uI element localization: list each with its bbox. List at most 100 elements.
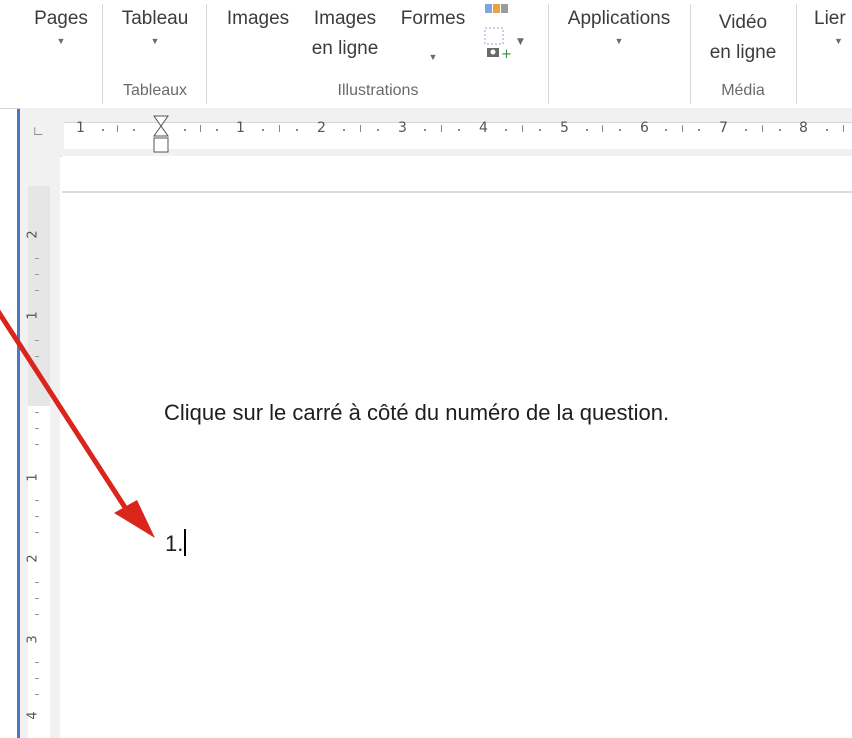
ruler-tick: [35, 614, 39, 615]
applications-label: Applications: [567, 8, 671, 29]
list-number: 1.: [165, 531, 184, 556]
svg-text:▼: ▼: [517, 37, 524, 47]
ruler-tick: [35, 500, 39, 501]
ruler-number: 8: [799, 120, 808, 136]
ruler-dot: [262, 129, 264, 131]
ruler-tick: [279, 125, 280, 132]
ruler-dot: [424, 129, 426, 131]
ruler-tick: [35, 516, 39, 517]
ruler-number: 5: [560, 120, 569, 136]
ruler-dot: [665, 129, 667, 131]
chevron-down-icon: ▼: [614, 36, 624, 46]
group-separator: [548, 4, 549, 104]
ribbon-insert-tab: Pages ▼ Tableau ▼ Tableaux Images Images…: [0, 0, 852, 109]
tab-stop-selector[interactable]: ∟: [32, 124, 46, 138]
numbered-list-item[interactable]: 1.: [165, 529, 187, 559]
images-label: Images: [226, 8, 290, 29]
ruler-dot: [698, 129, 700, 131]
ruler-number: 3: [25, 635, 41, 644]
ruler-tick: [762, 125, 763, 132]
group-separator: [690, 4, 691, 104]
images-button[interactable]: Images: [218, 4, 298, 34]
ruler-number: 2: [25, 554, 41, 563]
ruler-tick: [35, 582, 39, 583]
liens-label: Lier: [814, 8, 846, 29]
video-label-1: Vidéo: [718, 12, 768, 33]
ruler-number: 1: [76, 120, 85, 136]
vertical-ruler[interactable]: [20, 156, 60, 738]
ruler-tick: [35, 694, 39, 695]
group-label-tableaux: Tableaux: [122, 82, 188, 99]
ruler-number: 2: [317, 120, 326, 136]
ruler-number: 2: [25, 230, 41, 239]
ruler-dot: [296, 129, 298, 131]
chevron-down-icon: ▼: [428, 52, 438, 62]
ruler-dot: [377, 129, 379, 131]
ruler-tick: [35, 258, 39, 259]
images-en-ligne-label-2: en ligne: [311, 38, 379, 59]
ruler-dot: [102, 129, 104, 131]
window-left-edge: [0, 0, 20, 738]
ruler-tick: [200, 125, 201, 132]
ruler-dot: [619, 129, 621, 131]
indent-markers[interactable]: [146, 114, 176, 158]
ruler-dot: [458, 129, 460, 131]
ruler-number: 1: [236, 120, 245, 136]
video-en-ligne-button[interactable]: Vidéo en ligne: [696, 8, 790, 68]
ruler-dot: [779, 129, 781, 131]
ruler-tick: [35, 678, 39, 679]
images-en-ligne-label-1: Images: [313, 8, 377, 29]
screenshot-icon: + ▼: [484, 4, 524, 62]
instruction-text: Clique sur le carré à côté du numéro de …: [164, 400, 670, 425]
group-label-media: Média: [721, 82, 765, 99]
ruler-tick: [35, 412, 39, 413]
ruler-dot: [133, 129, 135, 131]
ruler-tick: [441, 125, 442, 132]
formes-label: Formes: [400, 8, 466, 29]
group-separator: [206, 4, 207, 104]
document-page[interactable]: [62, 156, 852, 738]
ruler-tick: [35, 340, 39, 341]
ruler-tick: [35, 428, 39, 429]
ruler-tick: [35, 444, 39, 445]
ruler-number: 3: [398, 120, 407, 136]
screenshot-button[interactable]: + ▼: [481, 0, 527, 62]
formes-button[interactable]: Formes ▼: [392, 4, 474, 64]
ruler-dot: [826, 129, 828, 131]
page-top-border: [62, 191, 852, 193]
ruler-tick: [843, 125, 844, 132]
ruler-number: 6: [640, 120, 649, 136]
video-label-2: en ligne: [709, 42, 777, 63]
ruler-tick: [682, 125, 683, 132]
tableau-label: Tableau: [121, 8, 189, 29]
ruler-tick: [117, 125, 118, 132]
ruler-tick: [602, 125, 603, 132]
ruler-dot: [586, 129, 588, 131]
pages-label: Pages: [34, 8, 88, 29]
ruler-tick: [35, 598, 39, 599]
ruler-tick: [522, 125, 523, 132]
ruler-dot: [343, 129, 345, 131]
tableau-button[interactable]: Tableau ▼: [112, 4, 198, 48]
group-label-illustrations: Illustrations: [337, 82, 419, 99]
svg-text:+: +: [501, 47, 512, 62]
ruler-dot: [184, 129, 186, 131]
group-separator: [102, 4, 103, 104]
ruler-dot: [539, 129, 541, 131]
ruler-tick: [35, 532, 39, 533]
ruler-number: 4: [479, 120, 488, 136]
images-en-ligne-button[interactable]: Images en ligne: [302, 4, 388, 64]
vertical-ruler-margin: [28, 186, 50, 406]
liens-button[interactable]: Lier ▼: [808, 4, 852, 48]
horizontal-ruler-strip: [64, 122, 852, 149]
ruler-tick: [35, 662, 39, 663]
group-separator: [796, 4, 797, 104]
ruler-dot: [745, 129, 747, 131]
text-cursor: [184, 529, 187, 556]
ruler-dot: [505, 129, 507, 131]
pages-button[interactable]: Pages ▼: [30, 4, 92, 48]
ruler-number: 7: [719, 120, 728, 136]
chevron-down-icon: ▼: [56, 36, 66, 46]
indent-marker-icon: [153, 115, 169, 153]
applications-button[interactable]: Applications ▼: [552, 4, 686, 48]
